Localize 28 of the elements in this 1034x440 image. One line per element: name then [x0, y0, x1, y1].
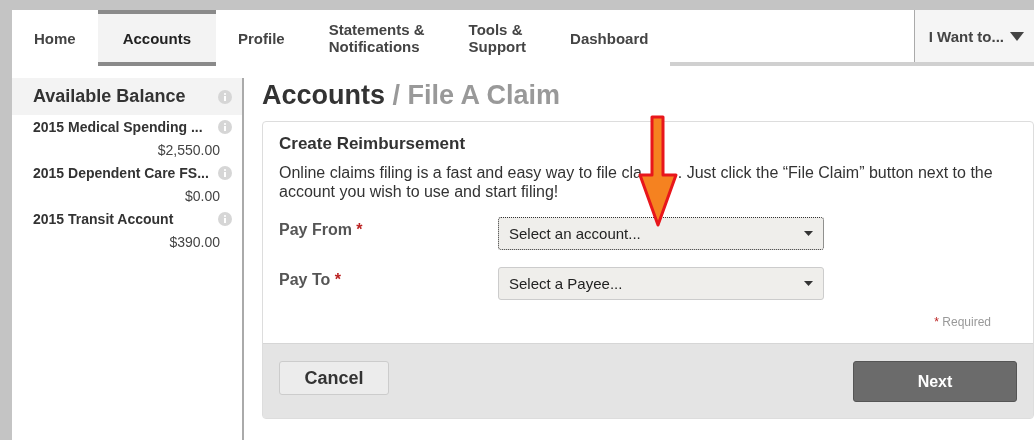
- account-balance: $390.00: [168, 233, 221, 252]
- select-field[interactable]: Select an account...: [498, 217, 824, 250]
- form-heading: Create Reimbursement: [279, 134, 467, 154]
- select-field[interactable]: Select a Payee...: [498, 267, 824, 300]
- account-name[interactable]: 2015 Transit Account: [33, 211, 174, 227]
- intro-text: . Just click the “File Claim” button next to the: [677, 164, 993, 181]
- breadcrumb-link[interactable]: Accounts: [262, 80, 386, 110]
- info-icon: [218, 89, 232, 104]
- nav-tab[interactable]: Accounts: [97, 10, 217, 66]
- account-name[interactable]: 2015 Medical Spending ...: [33, 119, 203, 135]
- info-icon: [218, 166, 232, 180]
- next-button[interactable]: Next: [853, 361, 1017, 402]
- info-icon: [218, 120, 232, 134]
- account-balance: $0.00: [183, 187, 221, 206]
- actions-menu[interactable]: I Want to...: [913, 10, 1034, 62]
- cancel-button[interactable]: Cancel: [279, 361, 389, 395]
- field-label: Pay From *: [279, 220, 364, 239]
- caret-icon: [1010, 31, 1024, 41]
- sidebar-title: Available Balance: [33, 86, 186, 107]
- intro-text: account you wish to use and start filing!: [279, 183, 559, 200]
- info-icon: [218, 212, 232, 226]
- page-title: / File A Claim: [392, 80, 561, 110]
- field-label: Pay To *: [279, 270, 342, 289]
- caret-icon: [804, 231, 813, 236]
- required-note: * Required: [933, 315, 992, 329]
- caret-icon: [804, 281, 813, 286]
- account-balance: $2,550.00: [156, 141, 221, 160]
- account-name[interactable]: 2015 Dependent Care FS...: [33, 165, 209, 181]
